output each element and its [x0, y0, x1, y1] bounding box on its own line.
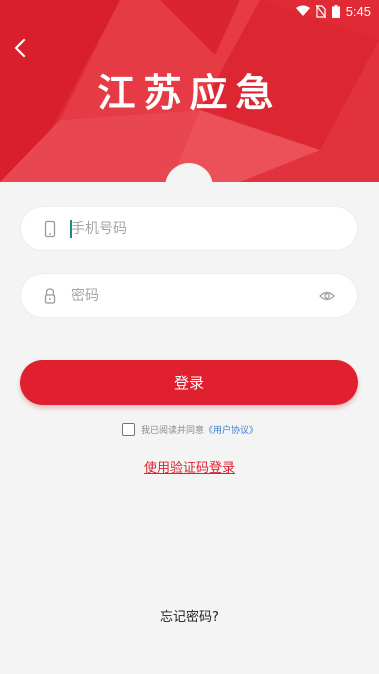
- no-sim-icon: [315, 4, 326, 18]
- lock-icon: [44, 288, 56, 304]
- status-bar: 5:45: [0, 0, 379, 22]
- login-button[interactable]: 登录: [20, 360, 358, 405]
- phone-icon: [44, 220, 56, 238]
- battery-icon: [331, 4, 340, 18]
- agreement-text: 我已阅读并同意: [141, 425, 205, 436]
- app-title: 江苏应急: [97, 71, 282, 115]
- password-field[interactable]: [20, 273, 358, 318]
- agreement-row: 我已阅读并同意 《用户协议》: [122, 421, 258, 437]
- phone-input[interactable]: [69, 207, 313, 250]
- phone-field[interactable]: [20, 206, 358, 251]
- status-time: 5:45: [345, 3, 371, 19]
- chevron-left-icon[interactable]: [10, 37, 32, 59]
- wifi-icon: [295, 5, 310, 16]
- agreement-checkbox[interactable]: [122, 422, 135, 436]
- forgot-password-link[interactable]: 忘记密码?: [0, 606, 379, 625]
- header-banner: 5:45 江苏应急: [0, 0, 379, 182]
- sms-login-link[interactable]: 使用验证码登录: [0, 457, 379, 476]
- header-notch: [165, 163, 213, 211]
- user-agreement-link[interactable]: 《用户协议》: [204, 423, 258, 436]
- password-input[interactable]: [69, 274, 313, 317]
- eye-icon[interactable]: [319, 288, 335, 304]
